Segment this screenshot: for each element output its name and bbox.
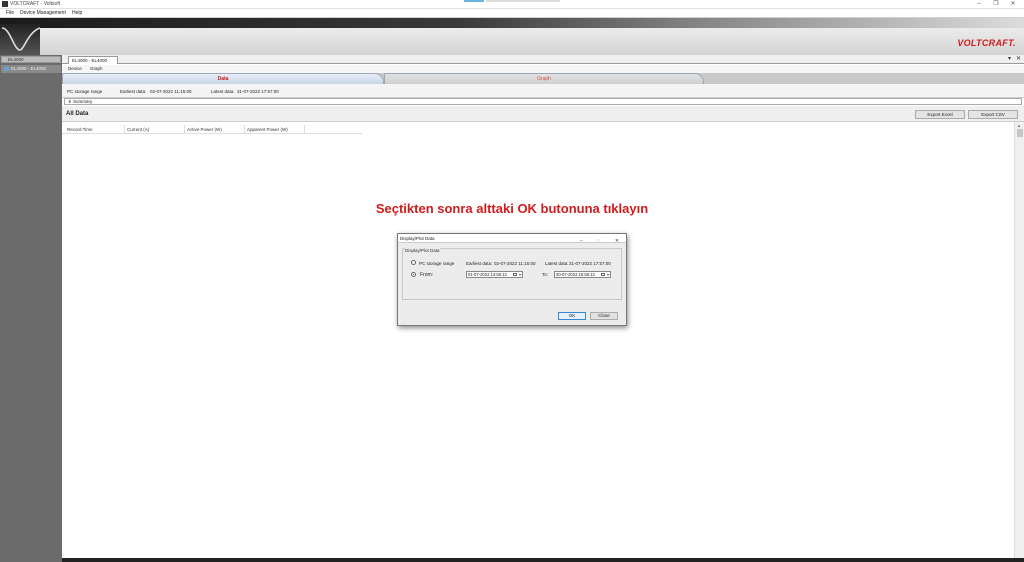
radio-from[interactable] <box>411 272 416 277</box>
from-date-picker[interactable]: 01-07-2022 14:56:12 ▾ <box>466 271 523 278</box>
all-data-title: All Data <box>66 111 89 117</box>
to-date-value: 30-07-2022 15:56:12 <box>556 272 595 277</box>
menu-device-management[interactable]: Device Management <box>20 10 66 16</box>
window-title: VOLTCRAFT - Voltsoft <box>10 1 61 7</box>
export-csv-button[interactable]: Export CSV <box>968 110 1018 119</box>
export-excel-button[interactable]: Export Excel <box>915 110 965 119</box>
column-divider <box>124 125 125 133</box>
minimize-icon[interactable]: – <box>972 0 986 9</box>
scroll-thumb[interactable] <box>1017 129 1023 137</box>
chevron-down-icon[interactable]: ▾ <box>607 272 609 277</box>
latest-value: 31-07-2022 17:57:00 <box>237 89 279 94</box>
scroll-up-icon[interactable]: ▲ <box>1017 123 1021 128</box>
window-titlebar: VOLTCRAFT - Voltsoft – ❐ ✕ <box>0 0 1024 9</box>
menu-file[interactable]: File <box>6 10 14 16</box>
column-apparent-power[interactable]: Apparent Power (W) <box>247 127 288 132</box>
taskbar-indicator <box>464 0 484 2</box>
sidebar-header[interactable]: EL4000 <box>1 56 61 63</box>
tab-el4000[interactable]: EL4000 - EL4000 <box>68 56 118 64</box>
to-date-picker[interactable]: 30-07-2022 15:56:12 ▾ <box>554 271 611 278</box>
dialog-titlebar: Display/Plot Data – □ ✕ <box>398 234 626 243</box>
dialog-latest-value: 31-07-2022 17:57:00 <box>569 261 611 266</box>
brand-logo: VOLTCRAFT. <box>957 38 1016 48</box>
chevron-down-icon[interactable]: ▾ <box>1008 55 1011 64</box>
dialog-earliest-value: 02-07-2022 11:15:00 <box>494 261 536 266</box>
group-label: Display/Plot Data <box>405 248 440 253</box>
vertical-scrollbar[interactable]: ▲ <box>1014 122 1024 562</box>
device-sidebar: EL4000 EL4000 - EL4000 <box>0 55 62 562</box>
dialog-close-icon[interactable]: ✕ <box>615 236 619 245</box>
dialog-maximize-icon: □ <box>597 238 600 243</box>
tab-graph[interactable]: Graph <box>384 73 704 84</box>
tab-graph-small[interactable]: Graph <box>90 66 103 71</box>
column-divider <box>304 125 305 133</box>
column-divider <box>244 125 245 133</box>
column-current[interactable]: Current (A) <box>127 127 149 132</box>
storage-range-label: PC storage range <box>67 89 103 94</box>
close-tab-icon[interactable]: ✕ <box>1016 55 1021 64</box>
taskbar-strip <box>62 558 1024 562</box>
app-icon <box>2 1 8 7</box>
dialog-options-group: Display/Plot Data PC storage range Earli… <box>402 248 622 300</box>
sidebar-item-device[interactable]: EL4000 - EL4000 <box>1 65 61 73</box>
table-header: Record Time Current (A) Active Power (W)… <box>62 125 362 134</box>
expand-icon: ⇟ <box>68 99 72 104</box>
sidebar-item-label: EL4000 - EL4000 <box>11 66 47 71</box>
all-data-header: All Data Export Excel Export CSV <box>62 106 1024 122</box>
banner-dark-strip <box>0 18 1024 28</box>
radio-storage-range[interactable] <box>411 260 416 265</box>
dialog-latest-label: Latest data: <box>545 261 569 266</box>
column-active-power[interactable]: Active Power (W) <box>187 127 222 132</box>
from-date-value: 01-07-2022 14:56:12 <box>468 272 507 277</box>
restore-icon[interactable]: ❐ <box>989 0 1003 9</box>
close-button[interactable]: Close <box>590 312 618 320</box>
document-tabs: EL4000 - EL4000 ▾ ✕ <box>62 55 1024 64</box>
display-plot-dialog: Display/Plot Data – □ ✕ Display/Plot Dat… <box>397 233 627 326</box>
column-divider <box>184 125 185 133</box>
close-icon[interactable]: ✕ <box>1006 0 1020 9</box>
header-banner: VOLTCRAFT. <box>0 18 1024 55</box>
option-from-label: From: <box>420 272 434 278</box>
data-table: Record Time Current (A) Active Power (W)… <box>62 122 1014 562</box>
menu-bar: File Device Management Help <box>0 9 1024 18</box>
tab-device[interactable]: Device <box>68 66 82 71</box>
chevron-down-icon[interactable]: ▾ <box>519 272 521 277</box>
earliest-label: Earliest data: <box>120 89 147 94</box>
calendar-icon[interactable] <box>601 273 605 276</box>
summary-label: Summary <box>73 99 93 104</box>
dialog-title: Display/Plot Data <box>400 236 435 241</box>
waveform-logo-icon <box>0 24 41 55</box>
column-record-time[interactable]: Record Time <box>67 127 93 132</box>
ok-button[interactable]: OK <box>558 312 586 320</box>
taskbar-indicator-secondary <box>486 0 560 2</box>
menu-help[interactable]: Help <box>72 10 82 16</box>
to-label: To: <box>542 272 549 277</box>
storage-range-bar: PC storage range Earliest data: 02-07-20… <box>62 84 1024 98</box>
view-tabs: Data Graph <box>62 73 1024 84</box>
dialog-minimize-icon[interactable]: – <box>580 236 583 245</box>
sub-tabs: Device Graph <box>62 65 1024 73</box>
earliest-value: 02-07-2022 11:15:00 <box>150 89 192 94</box>
dialog-earliest-label: Earliest data: <box>466 261 493 266</box>
instruction-caption: Seçtikten sonra alttaki OK butonuna tıkl… <box>375 201 649 216</box>
summary-expander[interactable]: ⇟ Summary <box>64 98 1022 105</box>
calendar-icon[interactable] <box>513 273 517 276</box>
tab-data[interactable]: Data <box>62 73 384 84</box>
option-storage-label: PC storage range <box>419 261 455 266</box>
latest-label: Latest data: <box>211 89 235 94</box>
device-icon <box>4 67 9 71</box>
